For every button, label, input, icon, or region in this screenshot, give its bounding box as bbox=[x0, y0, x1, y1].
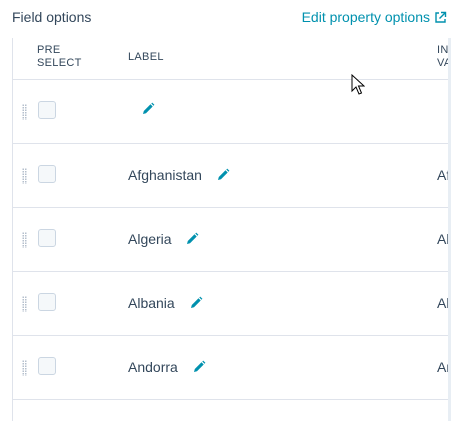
field-options-table: PRE SELECT LABEL INT VA Afghanistan Af bbox=[12, 38, 449, 421]
table-row: Algeria Al bbox=[13, 208, 449, 272]
pencil-icon[interactable] bbox=[141, 102, 155, 116]
pencil-icon[interactable] bbox=[185, 232, 199, 246]
option-label-text: Albania bbox=[128, 295, 175, 311]
pencil-icon[interactable] bbox=[192, 360, 206, 374]
table-row bbox=[13, 80, 449, 144]
table-row: Afghanistan Af bbox=[13, 144, 449, 208]
preselect-checkbox[interactable] bbox=[38, 101, 56, 119]
preselect-checkbox[interactable] bbox=[38, 229, 56, 247]
drag-handle-icon[interactable] bbox=[22, 104, 27, 120]
option-label-text: Algeria bbox=[128, 231, 172, 247]
table-row: Andorra An bbox=[13, 336, 449, 400]
drag-handle-icon[interactable] bbox=[22, 168, 27, 184]
external-link-icon bbox=[435, 11, 447, 23]
field-options-title: Field options bbox=[12, 9, 92, 25]
option-label: Andorra bbox=[128, 359, 206, 375]
table-header: PRE SELECT LABEL INT VA bbox=[13, 38, 449, 80]
pencil-icon[interactable] bbox=[216, 168, 230, 182]
column-header-label: LABEL bbox=[128, 51, 164, 63]
edit-property-options-link[interactable]: Edit property options bbox=[302, 9, 447, 25]
drag-handle-icon[interactable] bbox=[22, 232, 27, 248]
mouse-cursor-icon bbox=[351, 74, 365, 95]
column-header-preselect-line2: SELECT bbox=[37, 57, 82, 69]
option-label-text: Andorra bbox=[128, 359, 178, 375]
option-label: Algeria bbox=[128, 231, 199, 247]
option-label-text: Afghanistan bbox=[128, 167, 202, 183]
table-row: Albania Al bbox=[13, 272, 449, 336]
drag-handle-icon[interactable] bbox=[22, 296, 27, 312]
preselect-checkbox[interactable] bbox=[38, 165, 56, 183]
option-label: Albania bbox=[128, 295, 203, 311]
preselect-checkbox[interactable] bbox=[38, 357, 56, 375]
pencil-icon[interactable] bbox=[189, 296, 203, 310]
preselect-checkbox[interactable] bbox=[38, 293, 56, 311]
horizontal-scroll-track[interactable] bbox=[448, 38, 451, 421]
drag-handle-icon[interactable] bbox=[22, 360, 27, 376]
option-label: Afghanistan bbox=[128, 167, 230, 183]
column-header-preselect-line1: PRE bbox=[37, 44, 61, 56]
column-header-preselect: PRE SELECT bbox=[37, 44, 82, 70]
edit-property-options-label: Edit property options bbox=[301, 9, 430, 25]
